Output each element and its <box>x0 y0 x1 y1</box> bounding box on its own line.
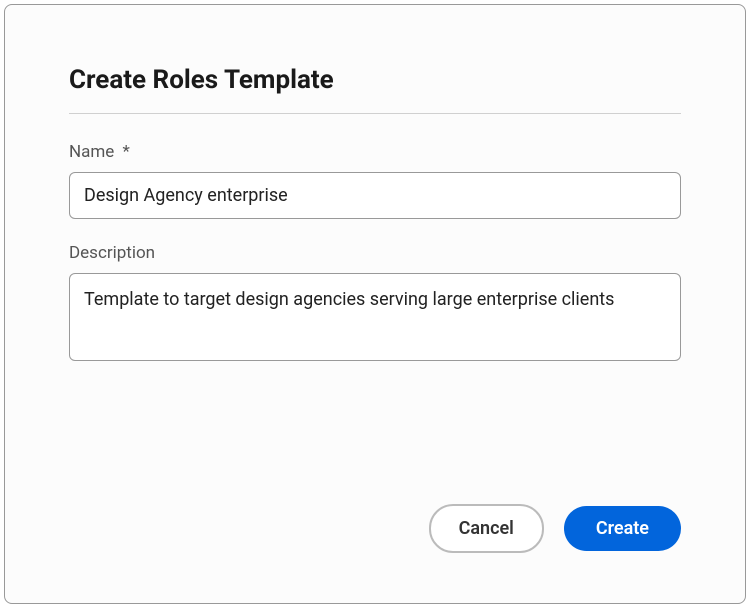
description-label: Description <box>69 243 681 263</box>
name-input[interactable] <box>69 172 681 219</box>
name-label: Name * <box>69 142 681 162</box>
name-field-group: Name * <box>69 142 681 219</box>
description-field-group: Description Template to target design ag… <box>69 243 681 365</box>
description-input[interactable]: Template to target design agencies servi… <box>69 273 681 361</box>
name-label-text: Name <box>69 142 114 162</box>
dialog-title: Create Roles Template <box>69 65 681 95</box>
required-asterisk-icon: * <box>123 142 130 162</box>
divider <box>69 113 681 114</box>
dialog-button-row: Cancel Create <box>429 504 681 553</box>
cancel-button[interactable]: Cancel <box>429 504 544 553</box>
create-button[interactable]: Create <box>564 506 681 551</box>
create-roles-template-dialog: Create Roles Template Name * Description… <box>4 4 746 604</box>
